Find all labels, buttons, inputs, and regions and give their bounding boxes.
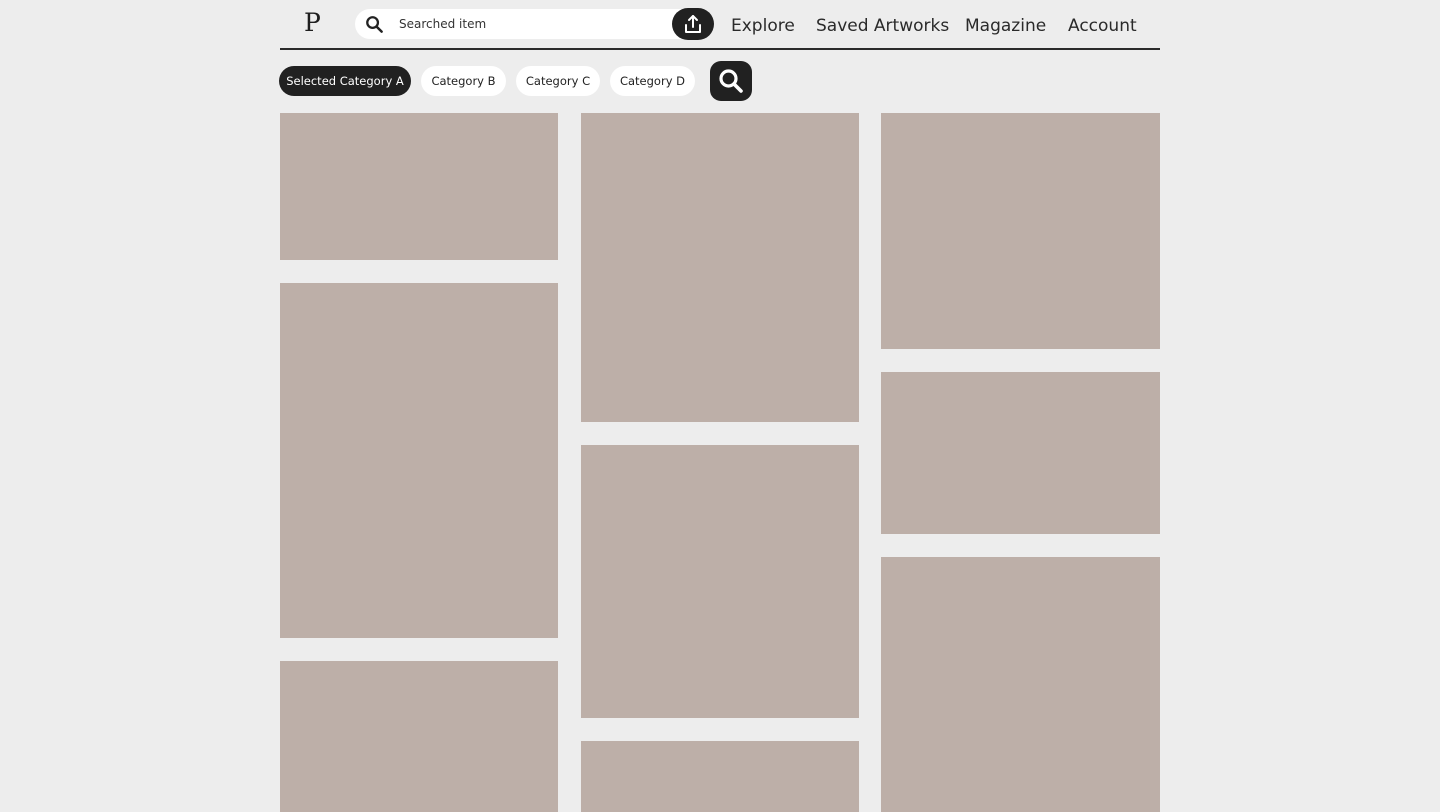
category-chip-a[interactable]: Selected Category A bbox=[279, 66, 411, 96]
search-bar bbox=[355, 8, 714, 40]
artwork-tile[interactable] bbox=[280, 113, 558, 260]
artwork-tile[interactable] bbox=[881, 557, 1160, 812]
search-input[interactable] bbox=[399, 14, 669, 34]
artwork-tile[interactable] bbox=[280, 661, 558, 812]
search-icon[interactable] bbox=[365, 15, 384, 34]
category-chip-d[interactable]: Category D bbox=[610, 66, 695, 96]
filter-search-button[interactable] bbox=[710, 61, 752, 101]
upload-icon bbox=[685, 15, 701, 33]
artwork-tile[interactable] bbox=[581, 741, 859, 812]
nav-account[interactable]: Account bbox=[1068, 13, 1137, 39]
category-chip-c[interactable]: Category C bbox=[516, 66, 600, 96]
upload-button[interactable] bbox=[672, 8, 714, 40]
artwork-tile[interactable] bbox=[881, 113, 1160, 349]
logo[interactable]: P bbox=[304, 6, 326, 40]
nav-explore[interactable]: Explore bbox=[731, 13, 795, 39]
nav-magazine[interactable]: Magazine bbox=[965, 13, 1046, 39]
artwork-tile[interactable] bbox=[581, 445, 859, 718]
artwork-tile[interactable] bbox=[581, 113, 859, 422]
category-chip-b[interactable]: Category B bbox=[421, 66, 506, 96]
search-icon bbox=[719, 69, 743, 93]
header-divider bbox=[280, 48, 1160, 50]
artwork-tile[interactable] bbox=[881, 372, 1160, 534]
nav-saved-artworks[interactable]: Saved Artworks bbox=[816, 13, 949, 39]
artwork-tile[interactable] bbox=[280, 283, 558, 638]
